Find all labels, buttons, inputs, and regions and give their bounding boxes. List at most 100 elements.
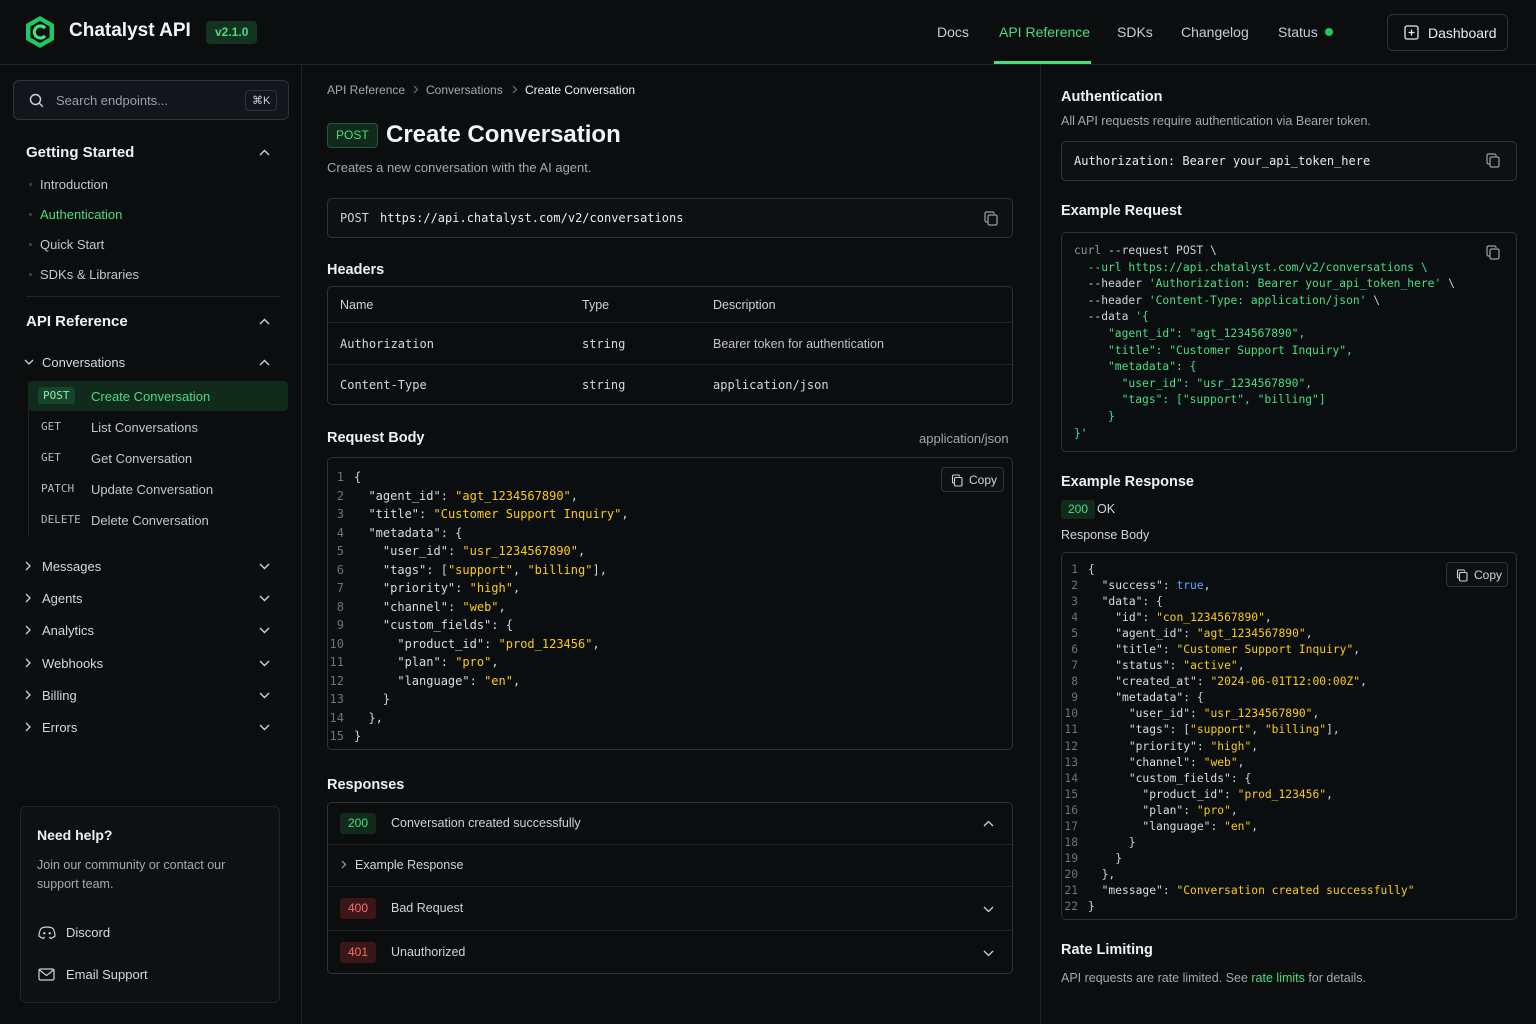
header-description: Bearer token for authentication: [713, 337, 884, 351]
header-type: string: [582, 337, 626, 351]
section-api-reference[interactable]: API Reference: [26, 313, 128, 330]
copy-icon: [951, 474, 963, 487]
rate-limits-link[interactable]: rate limits: [1251, 971, 1304, 985]
code-line: 13 "channel": "web",: [1064, 755, 1245, 769]
category-label: Analytics: [42, 623, 95, 638]
example-response-code-block: 1{2 "success": true, 3 "data": {4 "id": "…: [1061, 552, 1517, 920]
sidebar-item-quick-start[interactable]: Quick Start: [40, 237, 104, 252]
code-line: --data '{: [1074, 310, 1149, 324]
code-line: 13 }: [329, 692, 391, 706]
dashboard-button[interactable]: Dashboard: [1387, 14, 1508, 51]
nav-sdks[interactable]: SDKs: [1117, 24, 1153, 40]
brand-name[interactable]: Chatalyst API: [69, 20, 191, 42]
chatalyst-logo-icon[interactable]: [24, 15, 56, 49]
code-line: 10 "product_id": "prod_123456",: [329, 636, 600, 651]
status-badge: 200: [340, 813, 377, 834]
code-line: "title": "Customer Support Inquiry",: [1074, 343, 1353, 357]
help-link-email-support[interactable]: Email Support: [66, 967, 148, 982]
code-line: "agent_id": "agt_1234567890",: [1074, 326, 1306, 340]
dashboard-label: Dashboard: [1428, 25, 1497, 41]
help-link-discord[interactable]: Discord: [66, 925, 110, 940]
endpoint-list-conversations[interactable]: GET List Conversations: [28, 412, 288, 442]
category-billing[interactable]: Billing: [0, 685, 300, 705]
code-line: 15}: [329, 729, 362, 743]
code-line: --header 'Authorization: Bearer your_api…: [1074, 277, 1455, 291]
code-line: 12 "priority": "high",: [1064, 739, 1259, 753]
discord-icon: [38, 926, 56, 940]
section-getting-started[interactable]: Getting Started: [26, 144, 134, 161]
sidebar-item-introduction[interactable]: Introduction: [40, 177, 108, 192]
search-input[interactable]: Search endpoints... ⌘K: [13, 80, 289, 120]
copy-icon[interactable]: [1486, 153, 1500, 168]
code-line: 6 "tags": ["support", "billing"],: [336, 562, 607, 577]
chevron-right-icon: [25, 625, 32, 635]
response-401[interactable]: 401 Unauthorized: [328, 931, 1012, 973]
authentication-heading: Authentication: [1061, 89, 1163, 105]
category-errors[interactable]: Errors: [0, 717, 300, 737]
chevron-up-icon[interactable]: [259, 359, 270, 366]
endpoint-label: Delete Conversation: [91, 513, 209, 528]
chevron-down-icon[interactable]: [24, 359, 34, 366]
code-line: 20 },: [1064, 867, 1116, 881]
bullet-icon: [29, 213, 32, 216]
example-response-toggle[interactable]: Example Response: [328, 845, 1012, 885]
chevron-down-icon: [983, 950, 994, 957]
sidebar-item-sdks-libraries[interactable]: SDKs & Libraries: [40, 267, 139, 282]
code-line: 10 "user_id": "usr_1234567890",: [1064, 707, 1320, 721]
chevron-right-icon: [341, 860, 347, 869]
code-lines: curl --request POST \ --url https://api.…: [1074, 243, 1455, 442]
chevron-down-icon: [259, 563, 270, 570]
endpoint-update-conversation[interactable]: PATCH Update Conversation: [28, 474, 288, 504]
category-analytics[interactable]: Analytics: [0, 620, 300, 640]
code-line: 22}: [1064, 899, 1095, 913]
nav-api-reference[interactable]: API Reference: [999, 24, 1090, 40]
response-200[interactable]: 200 Conversation created successfully: [328, 803, 1012, 844]
chevron-down-icon: [259, 692, 270, 699]
nav-changelog[interactable]: Changelog: [1181, 24, 1249, 40]
method-badge: DELETE: [41, 513, 81, 526]
code-line: 1{: [1071, 563, 1095, 576]
copy-button[interactable]: Copy: [941, 467, 1004, 492]
copy-icon[interactable]: [984, 211, 998, 226]
right-panel: Authentication All API requests require …: [1040, 65, 1536, 1024]
endpoint-delete-conversation[interactable]: DELETE Delete Conversation: [28, 505, 288, 535]
category-messages[interactable]: Messages: [0, 556, 300, 576]
page-description: Creates a new conversation with the AI a…: [327, 160, 592, 175]
code-line: 12 "language": "en",: [329, 673, 521, 688]
chevron-up-icon[interactable]: [259, 318, 270, 325]
code-line: 17 "language": "en",: [1064, 819, 1259, 833]
response-text: Conversation created successfully: [391, 816, 581, 830]
copy-icon: [1456, 569, 1468, 582]
sidebar-item-authentication[interactable]: Authentication: [40, 207, 122, 222]
bullet-icon: [29, 243, 32, 246]
breadcrumb-api-reference[interactable]: API Reference: [327, 83, 405, 97]
mail-icon: [38, 968, 55, 981]
code-line: 5 "agent_id": "agt_1234567890",: [1071, 627, 1313, 641]
category-webhooks[interactable]: Webhooks: [0, 653, 300, 673]
copy-button[interactable]: Copy: [1446, 562, 1508, 587]
request-body-code-block: 1{2 "agent_id": "agt_1234567890", 3 "titl…: [327, 457, 1013, 750]
endpoint-get-conversation[interactable]: GET Get Conversation: [28, 443, 288, 473]
header-type: string: [582, 378, 626, 392]
code-line: 16 "plan": "pro",: [1064, 803, 1238, 817]
breadcrumb-conversations[interactable]: Conversations: [426, 83, 503, 97]
method-badge: GET: [41, 451, 61, 464]
sidebar-divider: [26, 296, 280, 297]
nav-docs[interactable]: Docs: [937, 24, 969, 40]
chevron-up-icon[interactable]: [259, 149, 270, 156]
endpoint-create-conversation[interactable]: POST Create Conversation: [28, 381, 288, 411]
help-card: Need help? Join our community or contact…: [20, 806, 280, 1003]
code-line: 8 "channel": "web",: [336, 599, 506, 614]
group-conversations[interactable]: Conversations: [42, 355, 125, 370]
category-agents[interactable]: Agents: [0, 588, 300, 608]
rate-text-before: API requests are rate limited. See: [1061, 971, 1252, 985]
response-400[interactable]: 400 Bad Request: [328, 887, 1012, 930]
copy-icon[interactable]: [1486, 245, 1500, 260]
code-line: 11 "tags": ["support", "billing"],: [1064, 723, 1340, 737]
response-text: Unauthorized: [391, 945, 466, 959]
code-line: 4 "id": "con_1234567890",: [1071, 611, 1272, 625]
endpoint-url: https://api.chatalyst.com/v2/conversatio…: [380, 211, 684, 225]
nav-active-indicator: [994, 61, 1091, 64]
nav-status[interactable]: Status: [1278, 24, 1318, 40]
auth-code-box: Authorization: Bearer your_api_token_her…: [1061, 141, 1517, 181]
